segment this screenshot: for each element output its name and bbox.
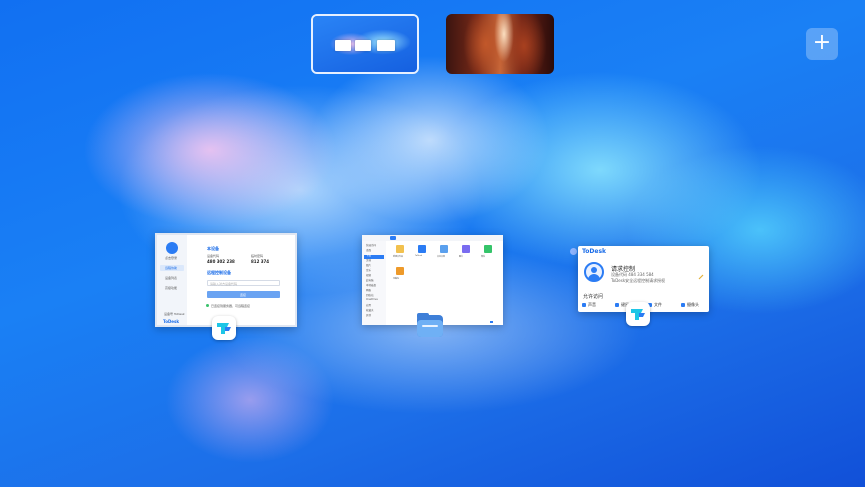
- option-checkbox[interactable]: [582, 303, 586, 307]
- file-icon[interactable]: [396, 245, 404, 253]
- file-label: 微信: [481, 256, 486, 258]
- brand-logo: ToDesk: [163, 319, 180, 324]
- sidebar-item-label: 远程协助: [165, 266, 178, 270]
- file-icon[interactable]: [462, 245, 470, 253]
- file-label: ToDesk: [415, 255, 423, 257]
- request-desc: ToDesk安全远程控制请求授权: [611, 278, 666, 283]
- sidebar-item[interactable]: 回收站: [366, 293, 374, 297]
- sidebar-item[interactable]: OneDrive: [366, 298, 378, 301]
- sidebar-item-advanced[interactable]: 高级功能: [165, 286, 177, 290]
- view-toggle-icon[interactable]: [490, 321, 493, 323]
- mini-window: [355, 40, 371, 51]
- sidebar-item[interactable]: 网络: [366, 288, 371, 292]
- temp-password-value: 812 374: [251, 259, 270, 264]
- connect-label: 连接: [240, 293, 247, 297]
- option-checkbox[interactable]: [681, 303, 685, 307]
- sidebar-item[interactable]: 下载: [366, 253, 371, 257]
- file-label: 压缩包: [393, 278, 400, 280]
- connect-button[interactable]: 连接: [207, 291, 280, 298]
- option-label: 声音: [588, 302, 596, 307]
- sidebar-item[interactable]: 音乐: [366, 268, 371, 272]
- status-text: 已连接到服务器，可远程连接: [211, 304, 251, 308]
- sidebar-item[interactable]: 应用: [366, 303, 371, 307]
- notification-brand: ToDesk: [582, 248, 607, 255]
- sidebar-item[interactable]: 收藏夹: [366, 308, 374, 312]
- todesk-sidebar: 点击登录 远程协助 设备列表 高级功能 设备号 ToDesk ToDesk: [157, 235, 187, 325]
- input-placeholder: 请输入对方设备代码: [210, 282, 238, 286]
- link-icon: [698, 265, 704, 280]
- desktop-1-thumbnail[interactable]: [311, 14, 419, 74]
- file-label: 图片: [459, 256, 464, 258]
- sidebar-footer: 设备号 ToDesk: [164, 312, 185, 316]
- status-dot-icon: [206, 304, 209, 307]
- sidebar-item[interactable]: 文档: [366, 258, 371, 262]
- avatar[interactable]: [166, 242, 178, 254]
- file-label: 新建文件夹: [393, 256, 404, 258]
- option-checkbox[interactable]: [615, 303, 619, 307]
- login-label[interactable]: 点击登录: [165, 256, 177, 260]
- sidebar-item-remote-assist[interactable]: 远程协助: [160, 265, 184, 271]
- add-desktop-button[interactable]: +: [806, 28, 838, 60]
- sidebar-item[interactable]: 本地磁盘: [366, 283, 376, 287]
- device-code-value: 480 302 238: [207, 259, 235, 264]
- mini-window: [377, 40, 395, 51]
- sidebar-item[interactable]: 视频: [366, 273, 371, 277]
- active-tab[interactable]: [390, 236, 396, 240]
- desktop-2-wallpaper: [446, 14, 554, 74]
- todesk-app-icon[interactable]: [626, 302, 650, 326]
- sidebar-item[interactable]: 其他: [366, 313, 371, 317]
- mini-window: [335, 40, 351, 51]
- desktop-2-thumbnail[interactable]: [446, 14, 554, 74]
- section-title-remote: 远程控制设备: [207, 270, 231, 275]
- file-icon[interactable]: [484, 245, 492, 253]
- sidebar-item-devices[interactable]: 设备列表: [165, 276, 177, 280]
- device-code-input[interactable]: 请输入对方设备代码: [207, 280, 280, 286]
- sidebar-item[interactable]: 图片: [366, 263, 371, 267]
- file-icon[interactable]: [440, 245, 448, 253]
- allow-label: 允许访问: [583, 294, 604, 300]
- option-label: 文件: [654, 302, 662, 307]
- requester-avatar: [584, 262, 604, 282]
- info-badge-icon: [570, 248, 577, 255]
- option-label: 摄像头: [687, 302, 699, 307]
- files-folder-icon[interactable]: [416, 311, 444, 338]
- file-icon[interactable]: [396, 267, 404, 275]
- todesk-app-icon[interactable]: [212, 316, 236, 340]
- temp-password-label: 临时密码: [251, 254, 264, 258]
- device-code-label: 设备代码: [207, 254, 220, 258]
- file-icon[interactable]: [418, 245, 426, 253]
- section-title-this-device: 本设备: [207, 246, 219, 251]
- sidebar-item[interactable]: 此电脑: [366, 278, 374, 282]
- sidebar-item[interactable]: 快速访问: [366, 243, 376, 247]
- sidebar-item[interactable]: 桌面: [366, 248, 371, 252]
- file-label: 文本文档: [437, 256, 446, 258]
- todesk-window[interactable]: 点击登录 远程协助 设备列表 高级功能 设备号 ToDesk ToDesk 本设…: [155, 233, 297, 327]
